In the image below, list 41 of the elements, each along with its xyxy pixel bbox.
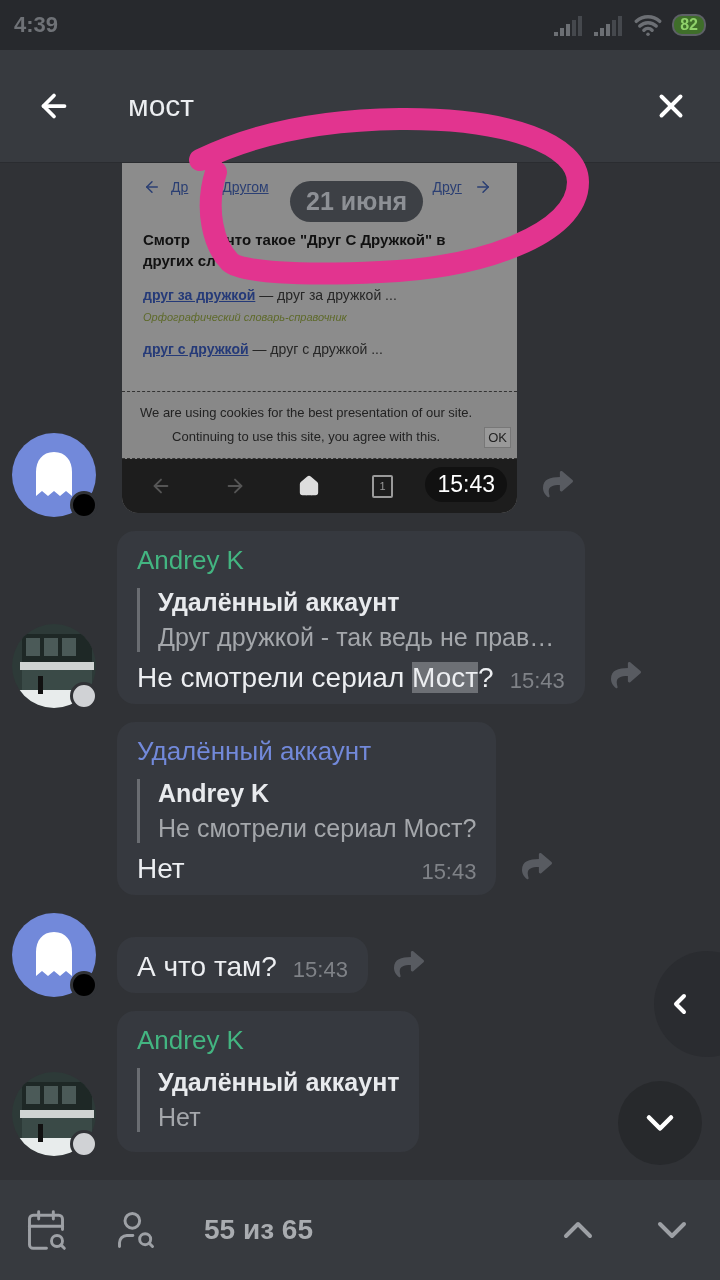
message-text: Нет xyxy=(137,853,185,885)
message-bubble[interactable]: А что там? 15:43 xyxy=(117,937,368,993)
battery-indicator: 82 xyxy=(672,14,706,36)
result-counter: 55 из 65 xyxy=(204,1214,314,1246)
reply-text: Друг дружкой - так ведь не прав… xyxy=(158,623,556,652)
reply-author: Andrey K xyxy=(158,779,271,808)
source-text: Орфографический словарь-справочник xyxy=(143,311,348,323)
reply-quote[interactable]: Удалённый аккаунт Нет xyxy=(137,1068,400,1132)
reply-quote[interactable]: Andrey K Не смотрели сериал Мост? xyxy=(137,779,477,843)
reply-author: Удалённый аккаунт xyxy=(158,1068,400,1097)
reply-text: Нет xyxy=(158,1103,202,1132)
cookie-text: We are using cookies for the best presentation of our site. Continuing to use this site, you agree with this. xyxy=(139,404,474,446)
dictionary-entry: друг с дружкой — друг с дружкой ... xyxy=(143,341,384,357)
signal-icon xyxy=(554,14,585,36)
author-name: Andrey K xyxy=(137,1025,245,1056)
message-bubble[interactable]: Удалённый аккаунт Andrey K Не смотрели сериал Мост? Нет 15:43 xyxy=(117,722,497,895)
author-name: Удалённый аккаунт xyxy=(137,736,373,767)
message-bubble[interactable]: Andrey K Удалённый аккаунт Нет xyxy=(117,1011,420,1152)
message-bubble[interactable]: Andrey K Удалённый аккаунт Друг дружкой - так ведь не прав… Не смотрели сериал Мост? 15:43 xyxy=(117,531,585,704)
signal-icon xyxy=(594,14,625,36)
dictionary-entry: друг за дружкой — друг за дружкой ... xyxy=(143,287,398,303)
status-time: 4:39 xyxy=(14,12,59,38)
heading-text: Смотр xyxy=(143,231,191,248)
date-badge: 21 июня xyxy=(290,181,424,222)
heading-text: других сл xyxy=(143,252,216,269)
home-icon[interactable] xyxy=(298,475,320,497)
heading-text: что такое "Друг С Дружкой" в xyxy=(226,231,446,248)
reply-quote[interactable]: Удалённый аккаунт Друг дружкой - так ведь не прав… xyxy=(137,588,565,652)
message-text: Не смотрели сериал Мост? xyxy=(137,662,494,694)
tabs-icon[interactable]: 1 xyxy=(372,474,393,498)
screenshot-image[interactable] xyxy=(122,163,517,513)
ok-button[interactable]: OK xyxy=(484,427,511,448)
message-text: А что там? xyxy=(137,951,277,983)
message-time: 15:43 xyxy=(509,667,565,694)
search-field[interactable]: мост xyxy=(128,89,195,123)
author-name: Andrey K xyxy=(137,545,245,576)
reply-author: Удалённый аккаунт xyxy=(158,588,401,617)
reply-text: Не смотрели сериал Мост? xyxy=(158,814,477,843)
time-badge: 15:43 xyxy=(425,467,507,502)
message-time: 15:43 xyxy=(421,858,477,885)
message-time: 15:43 xyxy=(292,956,348,983)
